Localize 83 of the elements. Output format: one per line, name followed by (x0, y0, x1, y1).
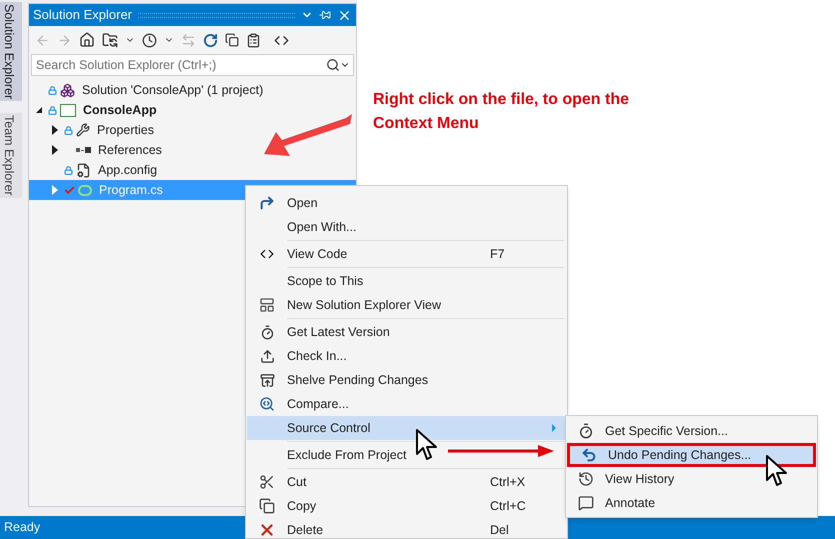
menu-item[interactable]: Check In... (247, 344, 566, 368)
collapsed-triangle-icon[interactable] (52, 145, 58, 155)
tree-item-label: Program.cs (99, 182, 163, 199)
menu-item-label: View History (605, 470, 674, 488)
tree-item-label: ConsoleApp (83, 102, 157, 119)
expanded-triangle-icon[interactable] (36, 107, 42, 113)
collapsed-triangle-icon[interactable] (52, 125, 58, 135)
menu-item[interactable]: Delete Del (247, 518, 566, 538)
menu-item[interactable]: Compare... (247, 392, 566, 416)
menu-item-label: Annotate (605, 494, 656, 512)
menu-item-label: Check In... (287, 348, 348, 365)
menu-item-label: Source Control (287, 420, 372, 437)
code-icon (260, 247, 274, 261)
menu-item[interactable]: Get Specific Version... (567, 419, 816, 443)
tree-item-label: Properties (97, 122, 154, 139)
config-file-icon (76, 162, 91, 178)
menu-item[interactable]: Open With... (247, 215, 566, 239)
tree-item[interactable]: References (29, 140, 356, 160)
undo-arrow-icon (581, 447, 597, 463)
tree-item[interactable]: App.config (29, 160, 356, 180)
side-tab[interactable]: Solution Explorer (0, 2, 22, 102)
menu-item-label: New Solution Explorer View (287, 296, 442, 314)
menu-item[interactable]: Get Latest Version (247, 320, 566, 344)
scissors-icon (259, 474, 275, 490)
tree-item-label: Solution 'ConsoleApp' (1 project) (82, 82, 264, 99)
mouse-cursor-icon (766, 455, 788, 487)
menu-item[interactable]: View History (567, 467, 816, 491)
home-icon[interactable] (79, 32, 95, 48)
search-field[interactable]: Search Solution Explorer (Ctrl+;) (31, 54, 354, 76)
copy-icon (259, 498, 275, 514)
menu-item[interactable]: Cut Ctrl+X (247, 470, 566, 494)
menu-item[interactable]: Scope to This (247, 269, 566, 293)
tree-item[interactable]: ConsoleApp (29, 100, 356, 120)
shortcut-text: Ctrl+X (490, 474, 526, 491)
window-icon (259, 297, 275, 313)
references-icon (76, 147, 91, 153)
solution-icon (60, 82, 75, 98)
sync-folder-icon[interactable] (102, 32, 118, 48)
menu-item-label: View Code (287, 246, 348, 263)
menu-item-label: Exclude From Project (287, 446, 408, 464)
menu-item[interactable]: Copy Ctrl+C (247, 494, 566, 518)
menu-item-label: Cut (287, 474, 308, 491)
menu-item-label: Copy (287, 498, 318, 515)
wrench-icon (76, 123, 90, 137)
search-icon[interactable] (326, 58, 340, 72)
upload-icon (260, 348, 274, 364)
menu-item-label: Shelve Pending Changes (287, 372, 430, 389)
redo-arrow-icon (259, 195, 275, 211)
menu-item-label: Compare... (287, 396, 350, 413)
side-tab[interactable]: Team Explorer (0, 113, 22, 198)
shortcut-text: Ctrl+C (490, 498, 526, 515)
menu-item-label: Get Latest Version (287, 324, 391, 341)
menu-item-label: Scope to This (287, 272, 364, 290)
menu-item-label: Undo Pending Changes... (608, 446, 752, 464)
menu-item-label: Get Specific Version... (605, 422, 728, 440)
tree-item[interactable]: Solution 'ConsoleApp' (1 project) (29, 80, 356, 100)
menu-item-label: Delete (287, 522, 324, 538)
menu-item[interactable]: Undo Pending Changes... (567, 443, 816, 467)
menu-item[interactable]: Exclude From Project (247, 443, 566, 467)
menu-item[interactable]: New Solution Explorer View (247, 293, 566, 317)
status-text: Ready (4, 519, 40, 536)
panel-title: Solution Explorer (33, 6, 132, 24)
menu-item[interactable]: View Code F7 (247, 242, 566, 266)
compare-icon (259, 396, 275, 412)
menu-item[interactable]: Source Control (247, 416, 566, 440)
refresh-icon[interactable] (203, 32, 218, 48)
tree-item-label: References (98, 142, 162, 159)
shelve-icon (260, 372, 274, 388)
history-clock-icon (578, 471, 594, 487)
menu-item[interactable]: Shelve Pending Changes (247, 368, 566, 392)
collapse-all-icon[interactable] (225, 33, 239, 47)
annotation-text: Right click on the file, to open the Context Menu (373, 90, 630, 134)
speech-bubble-icon (578, 495, 594, 511)
mouse-cursor-icon (416, 429, 438, 461)
tree-item[interactable]: Properties (29, 120, 356, 140)
shortcut-text: Del (490, 522, 509, 538)
menu-item-label: Open With... (287, 218, 358, 236)
menu-item[interactable]: Annotate (567, 491, 816, 515)
shortcut-text: F7 (490, 246, 505, 263)
clipboard-icon[interactable] (246, 32, 261, 48)
clock-icon[interactable] (142, 32, 157, 48)
pin-icon[interactable] (319, 9, 331, 21)
tree-item-label: App.config (98, 162, 158, 179)
